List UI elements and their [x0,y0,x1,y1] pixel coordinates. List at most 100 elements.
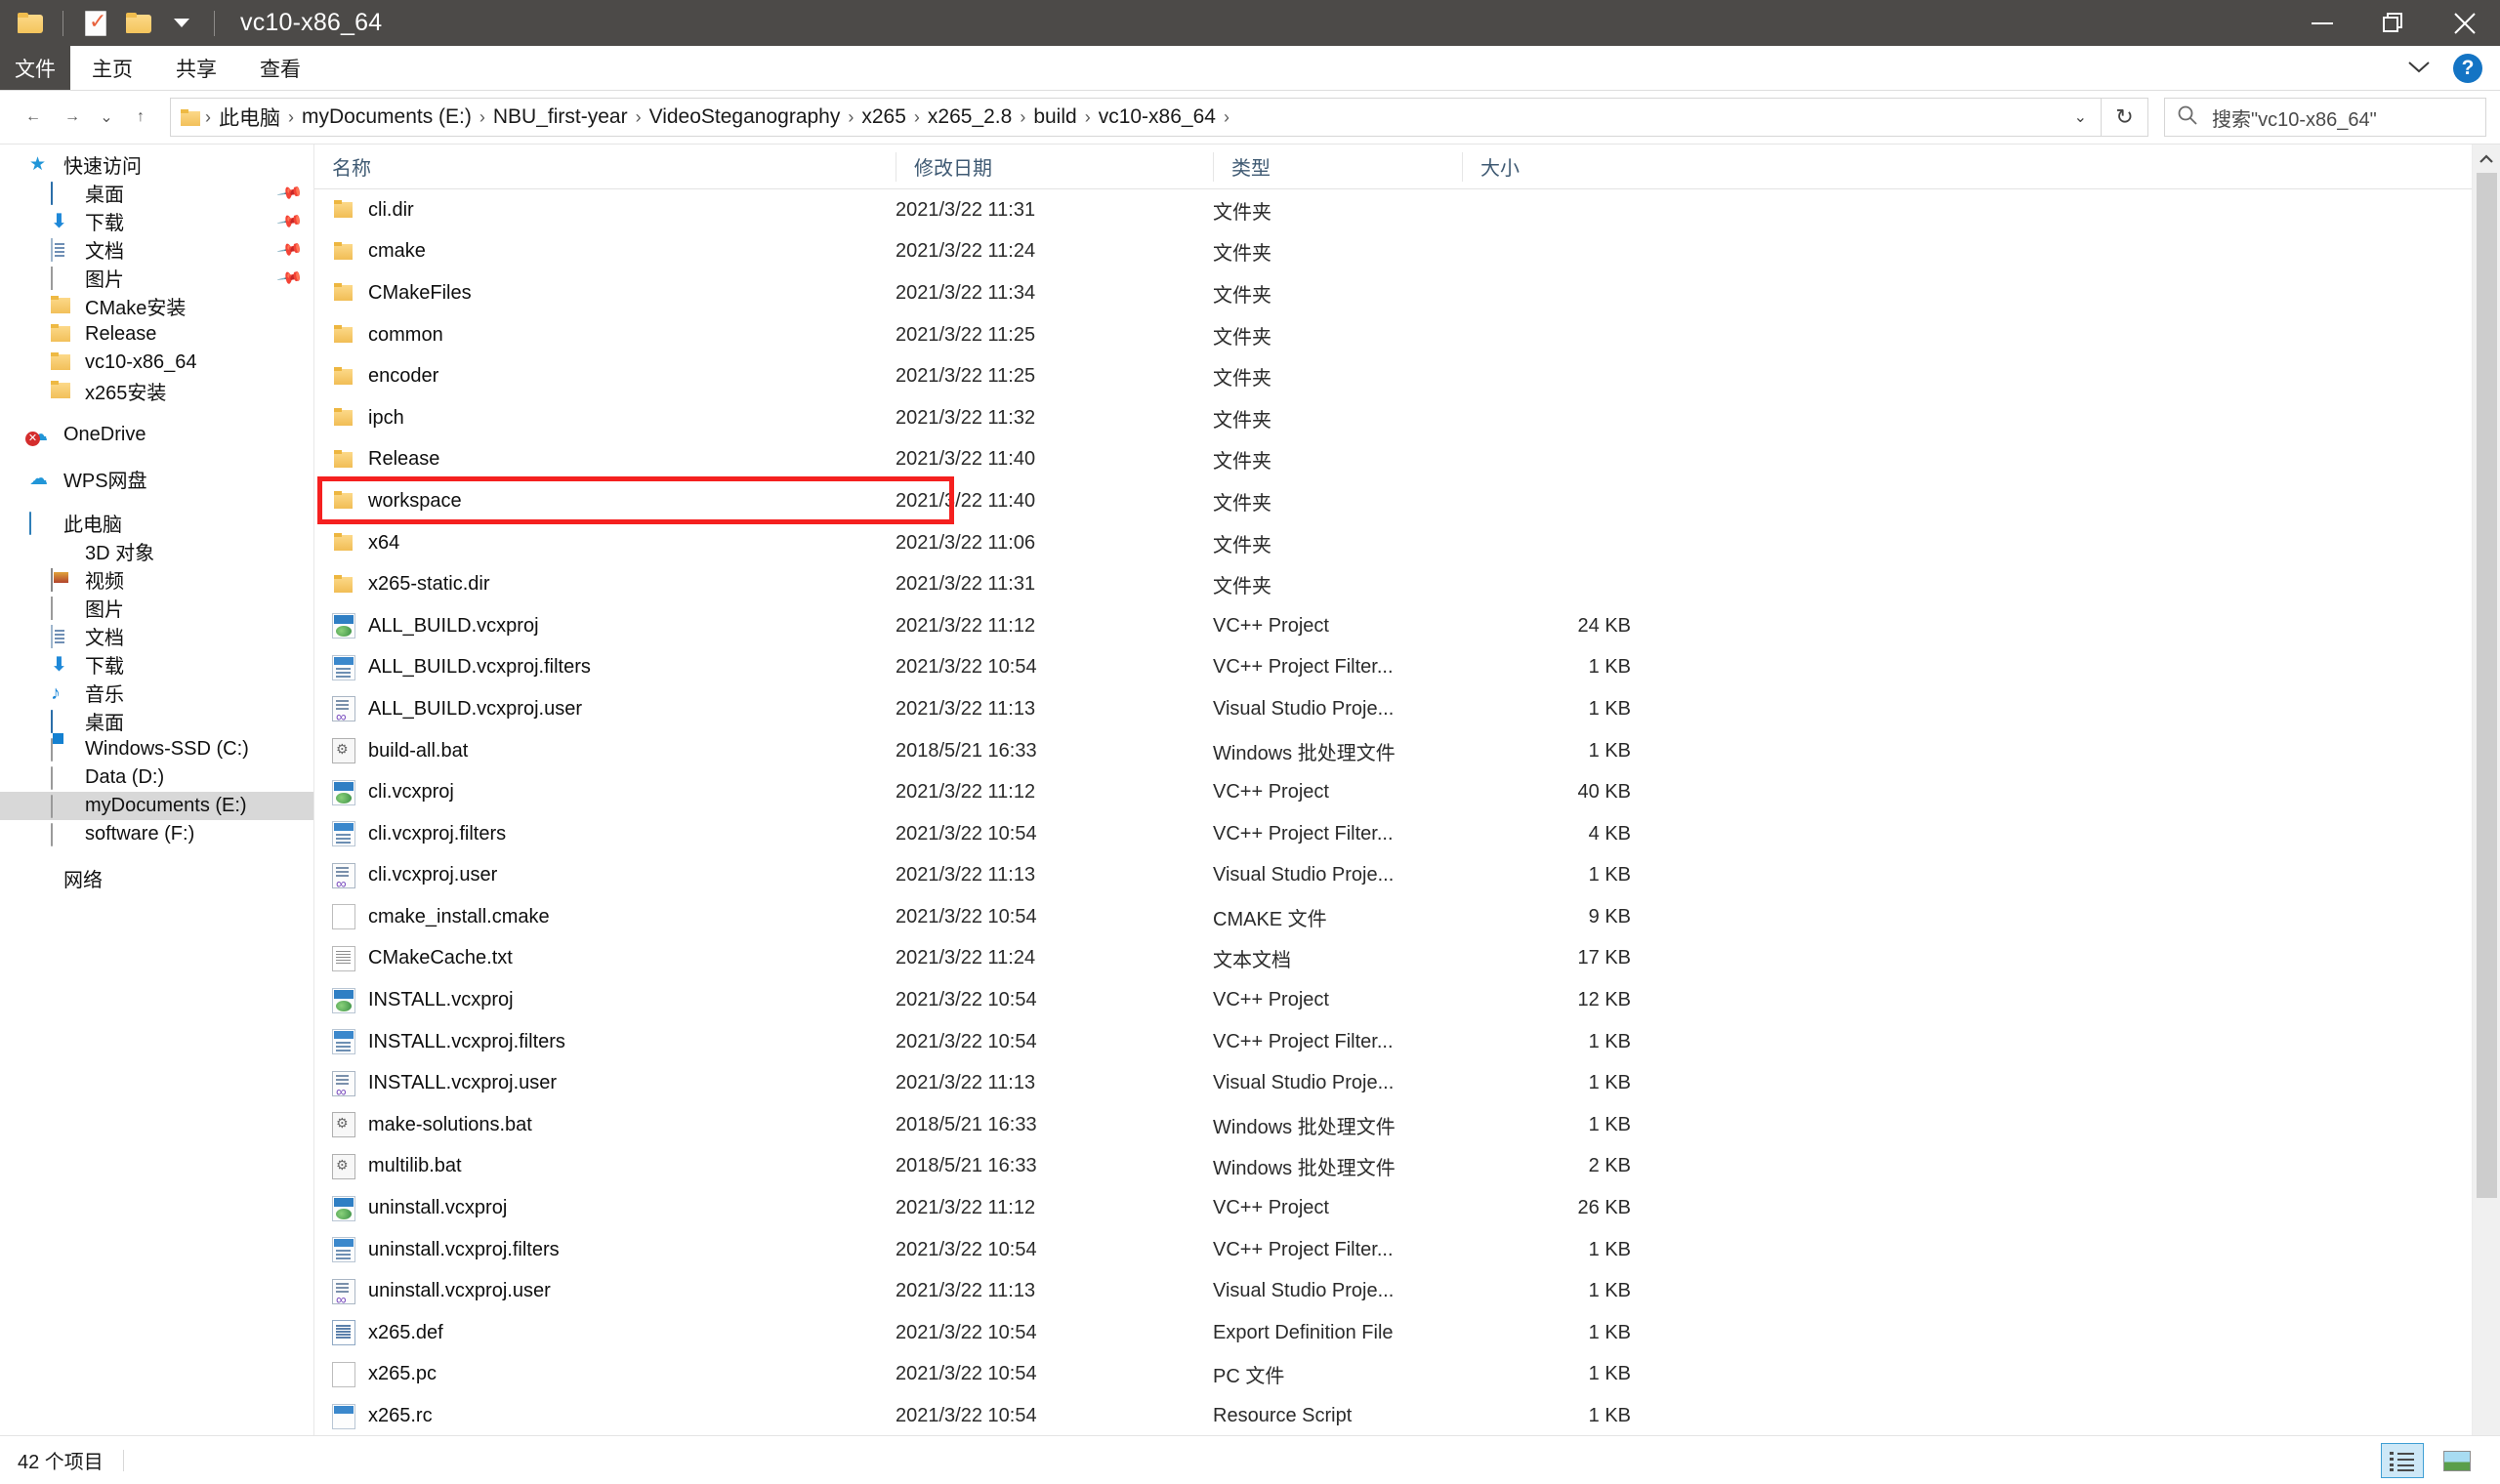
sidebar-item-release[interactable]: Release [0,320,313,349]
column-header-size[interactable]: 大小 [1462,152,1652,182]
cell-name[interactable]: x64 [314,530,896,556]
details-view-button[interactable] [2381,1443,2424,1478]
table-row[interactable]: uninstall.vcxproj.filters2021/3/22 10:54… [314,1229,2500,1271]
cell-name[interactable]: x265.def [314,1320,896,1345]
table-row[interactable]: common2021/3/22 11:25文件夹 [314,314,2500,356]
cell-name[interactable]: INSTALL.vcxproj [314,988,896,1013]
table-row[interactable]: cli.vcxproj.filters2021/3/22 10:54VC++ P… [314,813,2500,855]
close-button[interactable] [2429,0,2500,46]
tab-view[interactable]: 查看 [238,46,322,90]
tab-share[interactable]: 共享 [154,46,238,90]
cell-name[interactable]: x265-static.dir [314,572,896,598]
sidebar-item-music[interactable]: ♪ 音乐 [0,679,313,707]
cell-name[interactable]: uninstall.vcxproj.filters [314,1237,896,1262]
sidebar-item-data-d[interactable]: Data (D:) [0,763,313,792]
breadcrumb-item-5[interactable]: x265_2.8 [921,105,1019,129]
sidebar-item-vc10-x86-64[interactable]: vc10-x86_64 [0,349,313,377]
cell-name[interactable]: INSTALL.vcxproj.user [314,1071,896,1096]
sidebar-item-downloads-pc[interactable]: ⬇ 下载 [0,650,313,679]
breadcrumb-item-7[interactable]: vc10-x86_64 [1092,105,1223,129]
sidebar-item-wps-cloud[interactable]: ☁ WPS网盘 [0,465,313,493]
table-row[interactable]: CMakeFiles2021/3/22 11:34文件夹 [314,272,2500,314]
table-row[interactable]: x265.def2021/3/22 10:54Export Definition… [314,1312,2500,1354]
sidebar-item-windows-ssd-c[interactable]: Windows-SSD (C:) [0,735,313,763]
table-row[interactable]: cli.vcxproj2021/3/22 11:12VC++ Project40… [314,771,2500,813]
properties-icon[interactable] [79,7,112,40]
sidebar-item-pictures-pc[interactable]: 图片 [0,594,313,622]
tab-home[interactable]: 主页 [70,46,154,90]
sidebar-item-3d-objects[interactable]: 3D 对象 [0,537,313,565]
up-button[interactable]: ↑ [121,98,160,137]
sidebar-item-software-f[interactable]: software (F:) [0,820,313,848]
cell-name[interactable]: cli.dir [314,197,896,223]
cell-name[interactable]: encoder [314,364,896,390]
table-row[interactable]: CMakeCache.txt2021/3/22 11:24文本文档17 KB [314,938,2500,980]
cell-name[interactable]: uninstall.vcxproj.user [314,1279,896,1304]
large-icons-view-button[interactable] [2436,1443,2479,1478]
table-row[interactable]: cmake2021/3/22 11:24文件夹 [314,231,2500,273]
sidebar-item-pictures[interactable]: 图片 📌 [0,264,313,292]
tab-file[interactable]: 文件 [0,46,70,90]
vertical-scrollbar[interactable] [2472,144,2500,1435]
file-list-pane[interactable]: 名称 修改日期 类型 大小 cli.dir2021/3/22 11:31文件夹c… [314,144,2500,1435]
table-row[interactable]: x265-static.dir2021/3/22 11:31文件夹 [314,563,2500,605]
sidebar-item-this-pc[interactable]: 此电脑 [0,509,313,537]
breadcrumb-item-6[interactable]: build [1026,105,1083,129]
cell-name[interactable]: x265.pc [314,1362,896,1387]
cell-name[interactable]: cli.vcxproj [314,780,896,805]
sidebar-item-desktop-pc[interactable]: 桌面 [0,707,313,735]
sidebar-item-network[interactable]: 网络 [0,864,313,892]
recent-locations-button[interactable]: ⌄ [92,98,121,137]
cell-name[interactable]: INSTALL.vcxproj.filters [314,1029,896,1054]
chevron-down-icon[interactable] [2406,59,2432,79]
cell-name[interactable]: ipch [314,405,896,431]
table-row[interactable]: cli.dir2021/3/22 11:31文件夹 [314,189,2500,231]
cell-name[interactable]: build-all.bat [314,738,896,763]
column-header-name[interactable]: 名称 [314,152,896,182]
sidebar-item-desktop[interactable]: 桌面 📌 [0,179,313,207]
table-row[interactable]: x265.rc2021/3/22 10:54Resource Script1 K… [314,1395,2500,1435]
cell-name[interactable]: ALL_BUILD.vcxproj [314,613,896,639]
table-row[interactable]: INSTALL.vcxproj.filters2021/3/22 10:54VC… [314,1021,2500,1063]
forward-button[interactable]: → [53,98,92,137]
cell-name[interactable]: cmake_install.cmake [314,904,896,929]
cell-name[interactable]: CMakeFiles [314,280,896,306]
table-row[interactable]: workspace2021/3/22 11:40文件夹 [314,480,2500,522]
help-icon[interactable]: ? [2453,54,2482,83]
table-row[interactable]: ipch2021/3/22 11:32文件夹 [314,397,2500,439]
breadcrumb-item-3[interactable]: VideoSteganography [643,105,848,129]
breadcrumb-item-0[interactable]: 此电脑 [212,103,287,132]
column-header-date[interactable]: 修改日期 [896,152,1213,182]
table-row[interactable]: INSTALL.vcxproj2021/3/22 10:54VC++ Proje… [314,979,2500,1021]
sidebar-item-downloads[interactable]: ⬇ 下载 📌 [0,207,313,235]
new-folder-icon[interactable] [122,7,155,40]
back-button[interactable]: ← [14,98,53,137]
table-row[interactable]: Release2021/3/22 11:40文件夹 [314,439,2500,481]
table-row[interactable]: encoder2021/3/22 11:25文件夹 [314,355,2500,397]
cell-name[interactable]: CMakeCache.txt [314,946,896,971]
breadcrumb-item-1[interactable]: myDocuments (E:) [295,105,479,129]
sidebar-item-documents[interactable]: 文档 📌 [0,235,313,264]
table-row[interactable]: x642021/3/22 11:06文件夹 [314,522,2500,564]
sidebar-item-documents-pc[interactable]: 文档 [0,622,313,650]
cell-name[interactable]: ALL_BUILD.vcxproj.user [314,696,896,721]
sidebar-item-x265-install[interactable]: x265安装 [0,377,313,405]
breadcrumb[interactable]: › 此电脑 › myDocuments (E:) › NBU_first-yea… [170,98,2102,137]
table-row[interactable]: uninstall.vcxproj2021/3/22 11:12VC++ Pro… [314,1187,2500,1229]
cell-name[interactable]: multilib.bat [314,1154,896,1179]
cell-name[interactable]: cli.vcxproj.user [314,863,896,888]
table-row[interactable]: cli.vcxproj.user2021/3/22 11:13Visual St… [314,855,2500,897]
pin-icon[interactable]: 📌 [275,208,304,236]
table-row[interactable]: uninstall.vcxproj.user2021/3/22 11:13Vis… [314,1270,2500,1312]
sidebar-item-onedrive[interactable]: ☁✕ OneDrive [0,421,313,449]
refresh-button[interactable]: ↻ [2102,98,2148,137]
pin-icon[interactable]: 📌 [275,236,304,265]
restore-button[interactable] [2357,0,2429,46]
breadcrumb-dropdown-icon[interactable]: ⌄ [2061,107,2101,127]
cell-name[interactable]: ALL_BUILD.vcxproj.filters [314,655,896,680]
breadcrumb-item-4[interactable]: x265 [854,105,913,129]
table-row[interactable]: cmake_install.cmake2021/3/22 10:54CMAKE … [314,896,2500,938]
cell-name[interactable]: cli.vcxproj.filters [314,821,896,846]
cell-name[interactable]: x265.rc [314,1404,896,1429]
sidebar-item-mydocuments-e[interactable]: myDocuments (E:) [0,792,313,820]
